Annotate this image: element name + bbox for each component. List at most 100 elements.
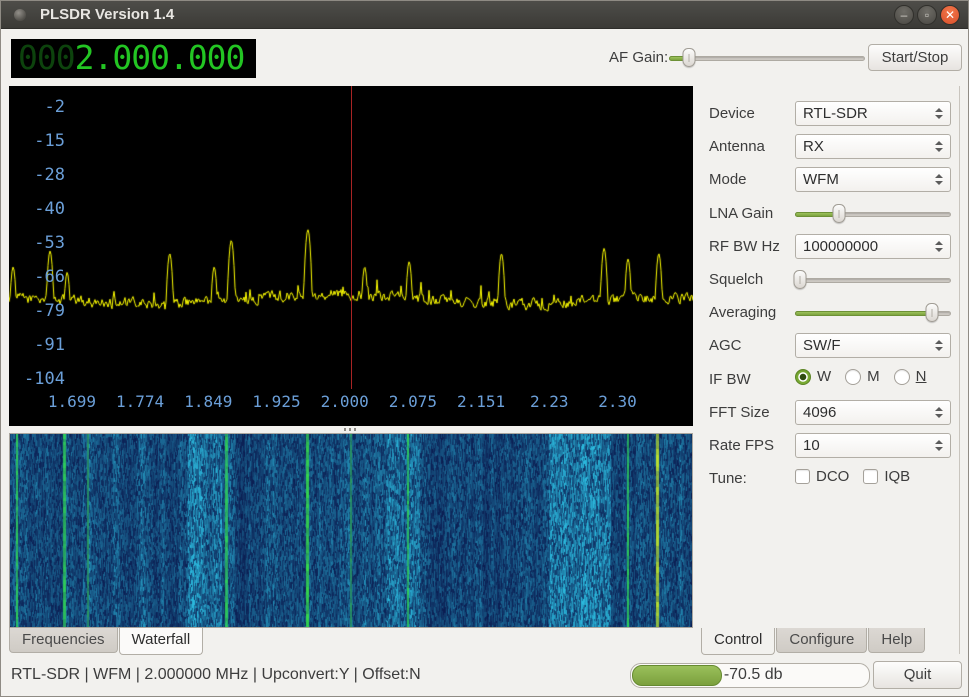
- checkbox-icon[interactable]: [863, 469, 878, 484]
- value-rate-fps: 10: [803, 437, 820, 454]
- row-squelch: Squelch: [709, 263, 951, 296]
- title-bar[interactable]: PLSDR Version 1.4 – ▫ ✕: [1, 1, 968, 29]
- spinner-arrows-icon[interactable]: [935, 174, 943, 185]
- label-fft-size: FFT Size: [709, 404, 795, 421]
- slider-averaging[interactable]: [795, 300, 951, 325]
- checkbox-icon[interactable]: [795, 469, 810, 484]
- slider-handle[interactable]: [793, 270, 806, 289]
- label-if-bw: IF BW: [709, 371, 795, 388]
- control-if-bw: WMN: [795, 368, 951, 390]
- arrow-up-icon[interactable]: [935, 174, 943, 178]
- panel-border: [959, 86, 960, 654]
- slider-handle[interactable]: [682, 48, 695, 67]
- tab-configure[interactable]: Configure: [776, 628, 867, 653]
- arrow-up-icon[interactable]: [935, 440, 943, 444]
- arrow-up-icon[interactable]: [935, 108, 943, 112]
- tab-waterfall[interactable]: Waterfall: [119, 628, 204, 655]
- radio-icon[interactable]: [795, 369, 811, 385]
- start-stop-button[interactable]: Start/Stop: [868, 44, 962, 71]
- spinner-arrows-icon[interactable]: [935, 407, 943, 418]
- tab-help[interactable]: Help: [868, 628, 925, 653]
- arrow-up-icon[interactable]: [935, 340, 943, 344]
- tab-frequencies[interactable]: Frequencies: [9, 628, 118, 653]
- slider-handle[interactable]: [926, 303, 939, 322]
- spinner-arrows-icon[interactable]: [935, 241, 943, 252]
- spinbox-rf-bw-hz[interactable]: 100000000: [795, 234, 951, 259]
- arrow-down-icon[interactable]: [935, 447, 943, 451]
- slider-track[interactable]: [795, 278, 951, 283]
- y-tick-label: -2: [15, 97, 65, 117]
- arrow-down-icon[interactable]: [935, 181, 943, 185]
- y-tick-label: -15: [15, 131, 65, 151]
- slider-handle[interactable]: [832, 204, 845, 223]
- close-button[interactable]: ✕: [940, 5, 960, 25]
- window-title: PLSDR Version 1.4: [40, 6, 174, 23]
- radio-option-w[interactable]: W: [795, 368, 831, 385]
- control-mode: WFM: [795, 167, 951, 192]
- radio-label: W: [817, 368, 831, 385]
- slider-lna-gain[interactable]: [795, 201, 951, 226]
- arrow-down-icon[interactable]: [935, 115, 943, 119]
- arrow-down-icon[interactable]: [935, 148, 943, 152]
- value-fft-size: 4096: [803, 404, 836, 421]
- slider-squelch[interactable]: [795, 267, 951, 292]
- spinner-arrows-icon[interactable]: [935, 440, 943, 451]
- control-antenna: RX: [795, 134, 951, 159]
- control-lna-gain: [795, 201, 951, 226]
- arrow-up-icon[interactable]: [935, 407, 943, 411]
- control-agc: SW/F: [795, 333, 951, 358]
- radio-icon[interactable]: [894, 369, 910, 385]
- splitter-grip-icon[interactable]: [344, 428, 358, 431]
- spectrum-display[interactable]: -2-15-28-40-53-66-79-91-1041.6991.7741.8…: [9, 86, 693, 426]
- arrow-up-icon[interactable]: [935, 241, 943, 245]
- x-tick-label: 2.151: [457, 392, 505, 411]
- arrow-down-icon[interactable]: [935, 248, 943, 252]
- y-tick-label: -79: [15, 301, 65, 321]
- arrow-up-icon[interactable]: [935, 141, 943, 145]
- spinner-arrows-icon[interactable]: [935, 141, 943, 152]
- checkbox-option-dco[interactable]: DCO: [795, 468, 849, 485]
- combo-agc[interactable]: SW/F: [795, 333, 951, 358]
- af-gain-label: AF Gain:: [609, 49, 668, 66]
- radio-icon[interactable]: [845, 369, 861, 385]
- row-averaging: Averaging: [709, 296, 951, 329]
- combo-fft-size[interactable]: 4096: [795, 400, 951, 425]
- control-rf-bw-hz: 100000000: [795, 234, 951, 259]
- af-gain-slider[interactable]: [669, 45, 865, 70]
- arrow-down-icon[interactable]: [935, 347, 943, 351]
- combo-antenna[interactable]: RX: [795, 134, 951, 159]
- radio-option-m[interactable]: M: [845, 368, 880, 385]
- slider-track[interactable]: [669, 56, 865, 61]
- x-tick-label: 1.849: [184, 392, 232, 411]
- value-rf-bw-hz: 100000000: [803, 238, 878, 255]
- frequency-dim-digits: 000: [18, 38, 75, 77]
- label-tune: Tune:: [709, 470, 795, 487]
- control-tune: DCO IQB: [795, 468, 951, 489]
- y-tick-label: -53: [15, 233, 65, 253]
- label-squelch: Squelch: [709, 271, 795, 288]
- minimize-button[interactable]: –: [894, 5, 914, 25]
- row-if-bw: IF BWWMN: [709, 363, 951, 396]
- tab-control[interactable]: Control: [701, 628, 775, 655]
- combo-device[interactable]: RTL-SDR: [795, 101, 951, 126]
- row-mode: ModeWFM: [709, 163, 951, 196]
- checkbox-option-iqb[interactable]: IQB: [863, 468, 910, 485]
- label-agc: AGC: [709, 337, 795, 354]
- maximize-button[interactable]: ▫: [917, 5, 937, 25]
- arrow-down-icon[interactable]: [935, 414, 943, 418]
- radio-option-n[interactable]: N: [894, 368, 927, 385]
- quit-button[interactable]: Quit: [873, 661, 962, 689]
- combo-mode[interactable]: WFM: [795, 167, 951, 192]
- frequency-display[interactable]: 0002.000.000: [11, 39, 256, 78]
- waterfall-display[interactable]: [9, 433, 693, 628]
- label-antenna: Antenna: [709, 138, 795, 155]
- app-icon: [14, 9, 26, 21]
- waterfall-canvas[interactable]: [10, 434, 692, 627]
- pane-splitter[interactable]: [9, 426, 693, 433]
- control-device: RTL-SDR: [795, 101, 951, 126]
- y-tick-label: -40: [15, 199, 65, 219]
- combo-rate-fps[interactable]: 10: [795, 433, 951, 458]
- spinner-arrows-icon[interactable]: [935, 108, 943, 119]
- label-lna-gain: LNA Gain: [709, 205, 795, 222]
- spinner-arrows-icon[interactable]: [935, 340, 943, 351]
